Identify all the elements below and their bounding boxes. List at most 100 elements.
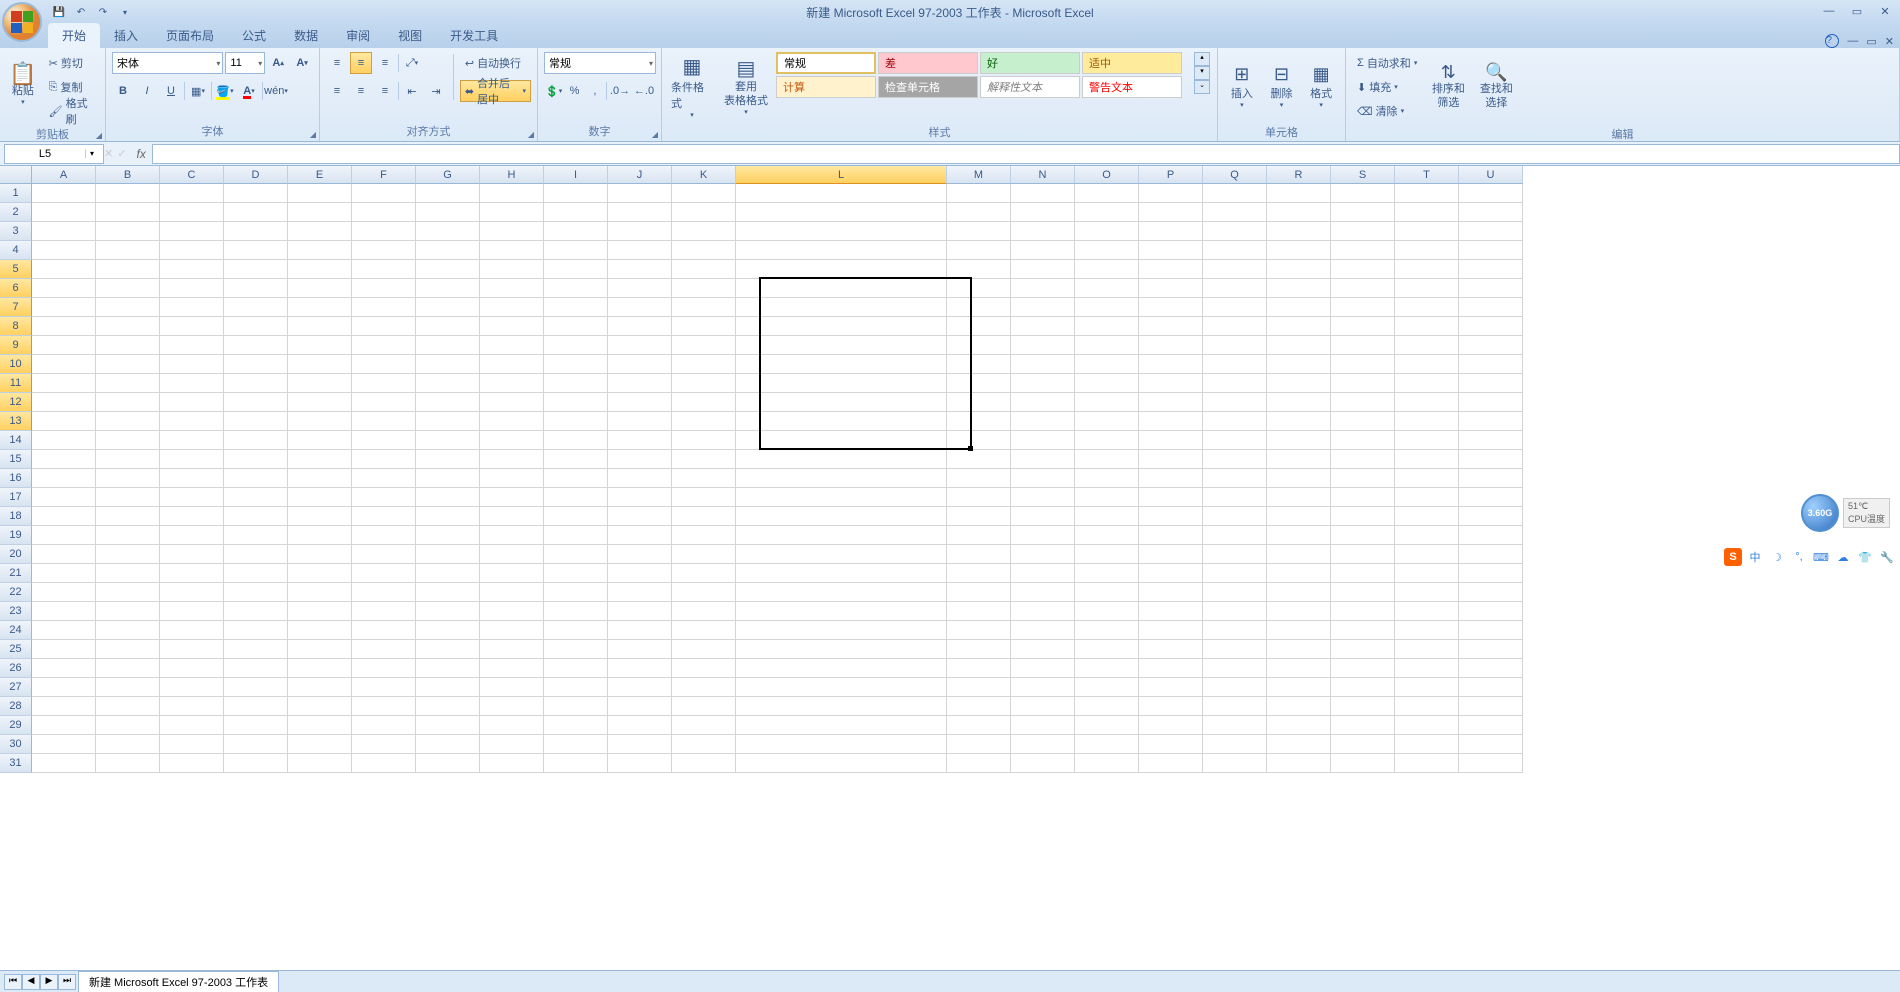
tab-data[interactable]: 数据 xyxy=(280,23,332,48)
fill-color-button[interactable]: 🪣▾ xyxy=(214,80,236,102)
row-header[interactable]: 15 xyxy=(0,450,32,469)
worksheet-grid[interactable]: ABCDEFGHIJKLMNOPQRSTU 123456789101112131… xyxy=(0,166,1900,972)
name-box-input[interactable] xyxy=(5,148,85,160)
scroll-more-icon[interactable]: ⌄ xyxy=(1194,80,1210,94)
sheet-next-icon[interactable]: ▶ xyxy=(40,974,58,990)
qat-dropdown-icon[interactable]: ▾ xyxy=(116,3,134,21)
sheet-last-icon[interactable]: ⏭ xyxy=(58,974,76,990)
column-header[interactable]: Q xyxy=(1203,166,1267,184)
decrease-indent-button[interactable]: ⇤ xyxy=(401,80,423,102)
sogou-icon[interactable]: S xyxy=(1724,548,1742,566)
row-header[interactable]: 18 xyxy=(0,507,32,526)
comma-button[interactable]: , xyxy=(586,80,604,102)
row-header[interactable]: 4 xyxy=(0,241,32,260)
dialog-launcher-icon[interactable]: ◢ xyxy=(528,130,534,139)
find-select-button[interactable]: 🔍查找和 选择 xyxy=(1474,52,1518,120)
insert-cells-button[interactable]: ⊞插入▾ xyxy=(1224,52,1260,120)
column-header[interactable]: I xyxy=(544,166,608,184)
ribbon-close-button[interactable]: ✕ xyxy=(1885,35,1894,48)
scroll-up-icon[interactable]: ▴ xyxy=(1194,52,1210,66)
row-header[interactable]: 12 xyxy=(0,393,32,412)
paste-button[interactable]: 📋 粘贴 ▾ xyxy=(6,52,40,120)
align-left-button[interactable]: ≡ xyxy=(326,80,348,102)
column-header[interactable]: H xyxy=(480,166,544,184)
column-header[interactable]: S xyxy=(1331,166,1395,184)
style-cell[interactable]: 适中 xyxy=(1082,52,1182,74)
italic-button[interactable]: I xyxy=(136,80,158,102)
row-header[interactable]: 30 xyxy=(0,735,32,754)
ime-cloud-icon[interactable]: ☁ xyxy=(1834,548,1852,566)
row-header[interactable]: 13 xyxy=(0,412,32,431)
column-header[interactable]: O xyxy=(1075,166,1139,184)
border-button[interactable]: ▦▾ xyxy=(187,80,209,102)
row-header[interactable]: 27 xyxy=(0,678,32,697)
ime-toolbar[interactable]: S 中 ☽ °, ⌨ ☁ 👕 🔧 xyxy=(1724,548,1896,566)
tab-formulas[interactable]: 公式 xyxy=(228,23,280,48)
row-header[interactable]: 17 xyxy=(0,488,32,507)
align-middle-button[interactable]: ≡ xyxy=(350,52,372,74)
style-cell[interactable]: 警告文本 xyxy=(1082,76,1182,98)
wrap-text-button[interactable]: ↩自动换行 xyxy=(460,52,531,74)
align-right-button[interactable]: ≡ xyxy=(374,80,396,102)
row-header[interactable]: 1 xyxy=(0,184,32,203)
row-header[interactable]: 25 xyxy=(0,640,32,659)
ribbon-restore-button[interactable]: ▭ xyxy=(1866,35,1876,48)
row-header[interactable]: 20 xyxy=(0,545,32,564)
increase-indent-button[interactable]: ⇥ xyxy=(425,80,447,102)
format-painter-button[interactable]: 🖌格式刷 xyxy=(44,100,99,122)
cpu-widget[interactable]: 3.60G 51℃CPU温度 xyxy=(1801,494,1890,532)
row-header[interactable]: 19 xyxy=(0,526,32,545)
cells-area[interactable] xyxy=(32,184,1523,773)
ime-keyboard-icon[interactable]: ⌨ xyxy=(1812,548,1830,566)
column-header[interactable]: C xyxy=(160,166,224,184)
chevron-down-icon[interactable]: ▾ xyxy=(85,149,98,158)
merge-center-button[interactable]: ⬌合并后居中▾ xyxy=(460,80,531,102)
undo-icon[interactable]: ↶ xyxy=(72,3,90,21)
select-all-corner[interactable] xyxy=(0,166,32,184)
conditional-format-button[interactable]: ▦条件格式▾ xyxy=(668,52,716,120)
tab-view[interactable]: 视图 xyxy=(384,23,436,48)
tab-insert[interactable]: 插入 xyxy=(100,23,152,48)
format-as-table-button[interactable]: ▤套用 表格格式▾ xyxy=(720,52,772,120)
tab-developer[interactable]: 开发工具 xyxy=(436,23,512,48)
font-name-combo[interactable]: 宋体▾ xyxy=(112,52,223,74)
column-header[interactable]: P xyxy=(1139,166,1203,184)
align-top-button[interactable]: ≡ xyxy=(326,52,348,74)
formula-input[interactable] xyxy=(152,144,1900,164)
row-header[interactable]: 31 xyxy=(0,754,32,773)
font-color-button[interactable]: A▾ xyxy=(238,80,260,102)
font-size-combo[interactable]: 11▾ xyxy=(225,52,265,74)
column-header[interactable]: R xyxy=(1267,166,1331,184)
ime-moon-icon[interactable]: ☽ xyxy=(1768,548,1786,566)
help-icon[interactable]: ? xyxy=(1825,34,1839,48)
close-button[interactable]: ✕ xyxy=(1874,5,1896,19)
row-header[interactable]: 28 xyxy=(0,697,32,716)
column-header[interactable]: T xyxy=(1395,166,1459,184)
save-icon[interactable]: 💾 xyxy=(50,3,68,21)
align-center-button[interactable]: ≡ xyxy=(350,80,372,102)
column-header[interactable]: N xyxy=(1011,166,1075,184)
sheet-prev-icon[interactable]: ◀ xyxy=(22,974,40,990)
ribbon-minimize-button[interactable]: — xyxy=(1847,35,1858,47)
tab-pagelayout[interactable]: 页面布局 xyxy=(152,23,228,48)
format-cells-button[interactable]: ▦格式▾ xyxy=(1303,52,1339,120)
ime-lang[interactable]: 中 xyxy=(1746,548,1764,566)
ime-punct-icon[interactable]: °, xyxy=(1790,548,1808,566)
redo-icon[interactable]: ↷ xyxy=(94,3,112,21)
sheet-first-icon[interactable]: ⏮ xyxy=(4,974,22,990)
dialog-launcher-icon[interactable]: ◢ xyxy=(652,130,658,139)
row-header[interactable]: 5 xyxy=(0,260,32,279)
row-header[interactable]: 2 xyxy=(0,203,32,222)
style-cell[interactable]: 差 xyxy=(878,52,978,74)
bold-button[interactable]: B xyxy=(112,80,134,102)
row-header[interactable]: 16 xyxy=(0,469,32,488)
dialog-launcher-icon[interactable]: ◢ xyxy=(96,131,102,140)
maximize-button[interactable]: ▭ xyxy=(1846,5,1868,19)
orientation-button[interactable]: ⤢▾ xyxy=(401,52,423,74)
style-cell[interactable]: 好 xyxy=(980,52,1080,74)
sort-filter-button[interactable]: ⇅排序和 筛选 xyxy=(1426,52,1470,120)
row-header[interactable]: 11 xyxy=(0,374,32,393)
row-header[interactable]: 29 xyxy=(0,716,32,735)
cancel-formula-icon[interactable]: ✕ xyxy=(104,147,113,161)
phonetic-button[interactable]: wén▾ xyxy=(265,80,287,102)
